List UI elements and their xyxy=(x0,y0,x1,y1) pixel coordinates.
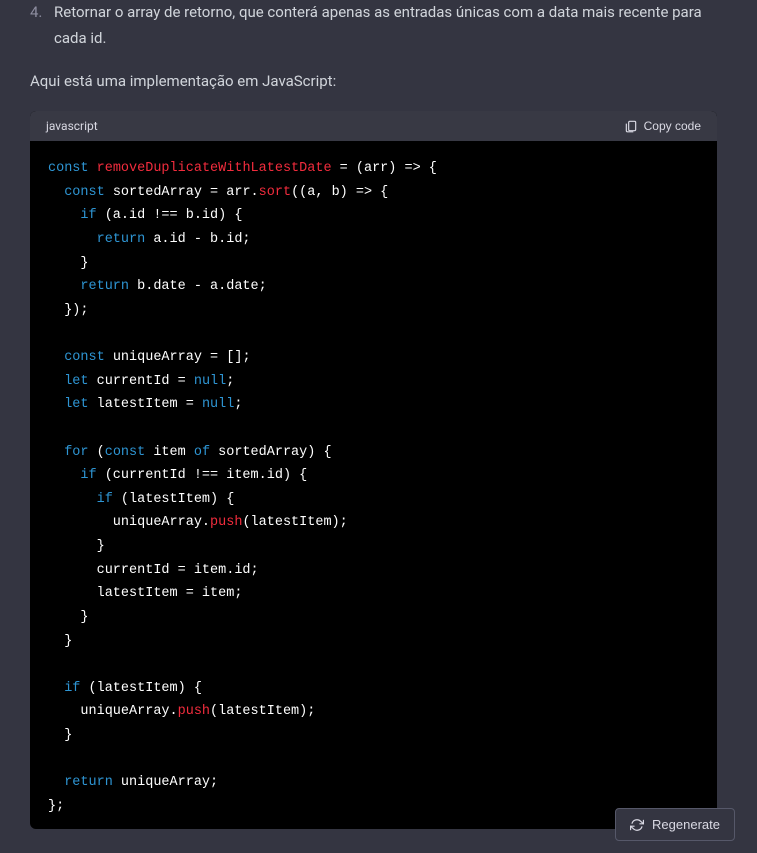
list-number: 4. xyxy=(30,0,44,51)
regenerate-label: Regenerate xyxy=(652,817,720,832)
copy-code-button[interactable]: Copy code xyxy=(624,119,701,133)
code-header: javascript Copy code xyxy=(30,111,717,141)
ordered-list-item: 4. Retornar o array de retorno, que cont… xyxy=(30,0,717,51)
code-content: const removeDuplicateWithLatestDate = (a… xyxy=(30,141,717,829)
intro-text: Aqui está uma implementação em JavaScrip… xyxy=(30,69,717,93)
code-language-label: javascript xyxy=(46,119,98,133)
list-text: Retornar o array de retorno, que conterá… xyxy=(54,0,717,51)
clipboard-icon xyxy=(624,119,638,133)
regenerate-button[interactable]: Regenerate xyxy=(615,808,735,841)
refresh-icon xyxy=(630,818,644,832)
code-block: javascript Copy code const removeDuplica… xyxy=(30,111,717,829)
copy-code-label: Copy code xyxy=(644,119,701,133)
